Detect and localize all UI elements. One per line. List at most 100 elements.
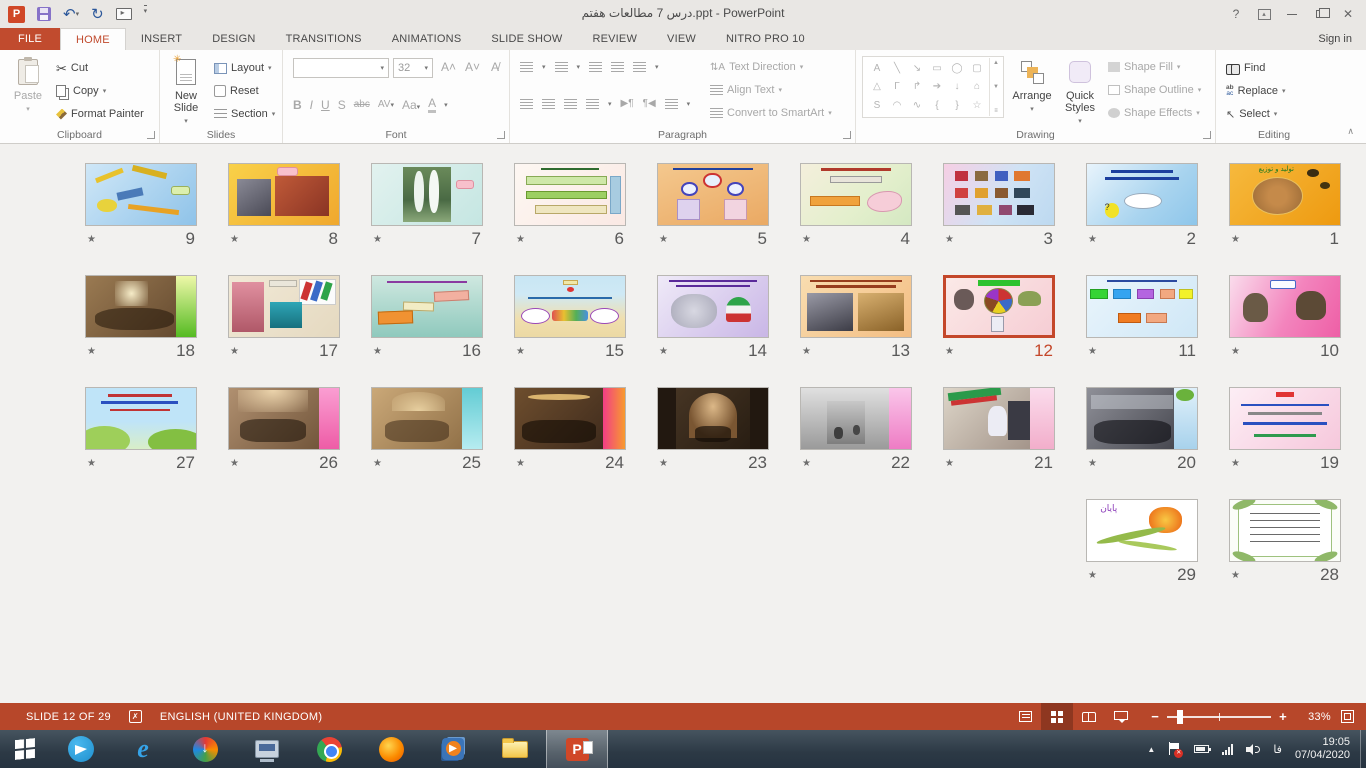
- slide-thumbnail-11[interactable]: [1086, 275, 1198, 338]
- customize-qat-icon[interactable]: ▾: [144, 5, 148, 23]
- battery-icon[interactable]: [1194, 745, 1209, 753]
- tab-home[interactable]: HOME: [60, 28, 126, 50]
- taskbar-telegram-icon[interactable]: [50, 730, 112, 768]
- animation-star-icon[interactable]: ★: [1088, 458, 1097, 469]
- tab-design[interactable]: DESIGN: [197, 28, 270, 50]
- taskbar-remote-desktop-icon[interactable]: [236, 730, 298, 768]
- slide-thumbnail-6[interactable]: [514, 163, 626, 226]
- undo-button[interactable]: ↶▾: [63, 5, 79, 23]
- reading-view-button[interactable]: [1073, 703, 1105, 730]
- zoom-level[interactable]: 33%: [1297, 711, 1331, 723]
- slide-thumbnail-12[interactable]: [943, 275, 1055, 338]
- slide-thumbnail-24[interactable]: [514, 387, 626, 450]
- zoom-slider[interactable]: [1167, 716, 1271, 718]
- find-button[interactable]: Find: [1226, 58, 1265, 78]
- animation-star-icon[interactable]: ★: [230, 458, 239, 469]
- animation-star-icon[interactable]: ★: [87, 234, 96, 245]
- slide-thumbnail-9[interactable]: [85, 163, 197, 226]
- copy-button[interactable]: Copy▾: [56, 81, 106, 101]
- action-center-flag-icon[interactable]: [1168, 742, 1181, 756]
- animation-star-icon[interactable]: ★: [659, 234, 668, 245]
- animation-star-icon[interactable]: ★: [230, 234, 239, 245]
- animation-star-icon[interactable]: ★: [373, 458, 382, 469]
- slide-thumbnail-29[interactable]: پایان: [1086, 499, 1198, 562]
- start-from-beginning-button[interactable]: [116, 5, 132, 23]
- close-button[interactable]: ✕: [1334, 3, 1362, 25]
- animation-star-icon[interactable]: ★: [373, 234, 382, 245]
- select-button[interactable]: ↖Select▾: [1226, 104, 1277, 124]
- slide-thumbnail-21[interactable]: [943, 387, 1055, 450]
- slide-thumbnail-13[interactable]: [800, 275, 912, 338]
- normal-view-button[interactable]: [1009, 703, 1041, 730]
- slide-thumbnail-27[interactable]: [85, 387, 197, 450]
- animation-star-icon[interactable]: ★: [516, 234, 525, 245]
- format-painter-button[interactable]: Format Painter: [56, 104, 144, 124]
- slide-thumbnail-23[interactable]: [657, 387, 769, 450]
- clock[interactable]: 19:05 07/04/2020: [1295, 736, 1350, 762]
- slide-thumbnail-4[interactable]: [800, 163, 912, 226]
- spell-check-icon[interactable]: ✗: [129, 710, 142, 723]
- sign-in-link[interactable]: Sign in: [1318, 33, 1352, 45]
- font-dialog-launcher[interactable]: [497, 131, 505, 139]
- animation-star-icon[interactable]: ★: [516, 458, 525, 469]
- tab-view[interactable]: VIEW: [652, 28, 711, 50]
- slide-thumbnail-25[interactable]: [371, 387, 483, 450]
- shape-gallery-scroll[interactable]: ▲▼≡: [989, 58, 1002, 116]
- collapse-ribbon-icon[interactable]: ∧: [1347, 126, 1354, 137]
- slide-thumbnail-26[interactable]: [228, 387, 340, 450]
- animation-star-icon[interactable]: ★: [87, 346, 96, 357]
- animation-star-icon[interactable]: ★: [373, 346, 382, 357]
- taskbar-chrome-icon[interactable]: [298, 730, 360, 768]
- slide-thumbnail-17[interactable]: [228, 275, 340, 338]
- slide-thumbnail-18[interactable]: [85, 275, 197, 338]
- animation-star-icon[interactable]: ★: [230, 346, 239, 357]
- tab-slide-show[interactable]: SLIDE SHOW: [476, 28, 577, 50]
- redo-button[interactable]: ↻: [91, 5, 104, 23]
- animation-star-icon[interactable]: ★: [1231, 346, 1240, 357]
- animation-star-icon[interactable]: ★: [1231, 234, 1240, 245]
- taskbar-powerpoint-icon[interactable]: P: [546, 730, 608, 768]
- slide-thumbnail-28[interactable]: [1229, 499, 1341, 562]
- slide-thumbnail-15[interactable]: [514, 275, 626, 338]
- clipboard-dialog-launcher[interactable]: [147, 131, 155, 139]
- animation-star-icon[interactable]: ★: [945, 458, 954, 469]
- section-button[interactable]: Section▾: [214, 104, 275, 124]
- slide-thumbnail-7[interactable]: [371, 163, 483, 226]
- animation-star-icon[interactable]: ★: [87, 458, 96, 469]
- cut-button[interactable]: ✂Cut: [56, 58, 88, 78]
- animation-star-icon[interactable]: ★: [945, 234, 954, 245]
- reset-button[interactable]: Reset: [214, 81, 259, 101]
- show-desktop-button[interactable]: [1360, 730, 1366, 768]
- slide-thumbnail-10[interactable]: [1229, 275, 1341, 338]
- tab-nitro-pro-10[interactable]: NITRO PRO 10: [711, 28, 820, 50]
- taskbar-file-explorer-icon[interactable]: [484, 730, 546, 768]
- help-button[interactable]: ?: [1222, 3, 1250, 25]
- slide-sorter-view-button[interactable]: [1041, 703, 1073, 730]
- fit-slide-to-window-button[interactable]: [1341, 710, 1354, 723]
- animation-star-icon[interactable]: ★: [1088, 234, 1097, 245]
- replace-button[interactable]: abacReplace▾: [1226, 81, 1285, 101]
- taskbar-internet-explorer-icon[interactable]: e: [112, 730, 174, 768]
- animation-star-icon[interactable]: ★: [516, 346, 525, 357]
- animation-star-icon[interactable]: ★: [802, 346, 811, 357]
- tab-review[interactable]: REVIEW: [577, 28, 652, 50]
- zoom-out-button[interactable]: −: [1151, 709, 1159, 724]
- arrange-button[interactable]: Arrange▾: [1008, 56, 1056, 116]
- minimize-button[interactable]: [1278, 3, 1306, 25]
- taskbar-idm-icon[interactable]: [174, 730, 236, 768]
- layout-button[interactable]: Layout▾: [214, 58, 272, 78]
- tab-animations[interactable]: ANIMATIONS: [377, 28, 477, 50]
- slide-thumbnail-20[interactable]: [1086, 387, 1198, 450]
- slide-show-button[interactable]: [1105, 703, 1137, 730]
- animation-star-icon[interactable]: ★: [802, 458, 811, 469]
- zoom-in-button[interactable]: +: [1279, 709, 1287, 724]
- zoom-slider-thumb[interactable]: [1177, 710, 1183, 724]
- slide-thumbnail-3[interactable]: [943, 163, 1055, 226]
- animation-star-icon[interactable]: ★: [1088, 570, 1097, 581]
- slide-thumbnail-16[interactable]: [371, 275, 483, 338]
- save-icon[interactable]: [37, 7, 51, 21]
- slide-thumbnail-8[interactable]: [228, 163, 340, 226]
- taskbar-media-player-icon[interactable]: [422, 730, 484, 768]
- volume-icon[interactable]: [1246, 744, 1260, 755]
- paragraph-dialog-launcher[interactable]: [843, 131, 851, 139]
